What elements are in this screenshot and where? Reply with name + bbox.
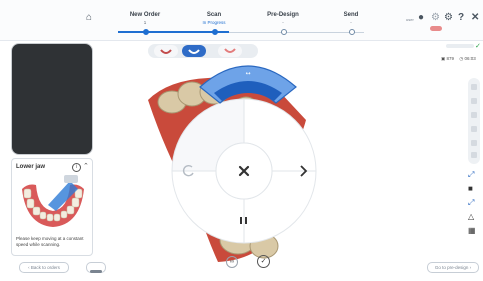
camera-icon: ▣ — [441, 56, 446, 61]
clock-icon: ◷ — [459, 56, 464, 61]
step-sub: 1 — [143, 20, 147, 25]
step-name: Pre-Design — [267, 12, 299, 18]
scan-tip: Please keep moving at a constant speed w… — [16, 236, 84, 247]
tool-button[interactable] — [471, 98, 477, 104]
bite-view-button[interactable] — [218, 45, 242, 57]
progress-node — [143, 29, 149, 35]
user-icon[interactable]: ● — [418, 13, 424, 23]
time-value: 06:03 — [464, 56, 476, 61]
scan-control-wheel — [171, 98, 317, 244]
tool-button[interactable] — [471, 152, 477, 158]
step-name: New Order — [129, 12, 161, 18]
help-icon[interactable]: ? — [458, 13, 464, 23]
jaw-illustration — [22, 175, 84, 227]
tool-button[interactable] — [471, 140, 477, 146]
upper-arc-selector[interactable]: ↔ — [196, 57, 300, 107]
expand-icon[interactable]: ⤢ — [468, 170, 474, 180]
scanner-status — [86, 262, 106, 273]
size-value: 879 — [446, 56, 455, 61]
settings-dot-icon[interactable]: ⚙ — [431, 13, 440, 23]
save-label: Go to pre-design — [434, 265, 469, 270]
connected-check-icon: ✓ — [475, 43, 481, 50]
right-tools: ⤢ ■ ⤢ △ ▦ — [466, 168, 480, 240]
top-bar: ⌂ New Order 1 Scan In Progress Pre-Desig… — [0, 0, 483, 41]
home-icon[interactable]: ⌂ — [86, 13, 92, 23]
gear-icon[interactable]: ⚙ — [444, 13, 453, 23]
lower-view-button[interactable] — [182, 45, 206, 57]
right-toolbar — [468, 78, 480, 164]
user-name: user — [406, 17, 414, 22]
tooth-icon[interactable]: ■ — [468, 184, 473, 193]
step-pre-design[interactable]: Pre-Design - — [253, 12, 313, 25]
signal-indicator — [446, 44, 474, 48]
step-new-order[interactable]: New Order 1 — [115, 12, 175, 25]
go-to-pre-design-button[interactable]: Go to pre-design › — [427, 262, 479, 273]
status-badge — [430, 26, 442, 31]
upper-view-button[interactable] — [154, 45, 178, 57]
lower-jaw-card: Lower jaw i ⌃ Please keep moving at a co… — [11, 158, 93, 256]
step-name: Scan — [206, 12, 222, 18]
tool-button[interactable] — [471, 126, 477, 132]
step-sub: In Progress — [202, 20, 226, 25]
tool-button[interactable] — [471, 112, 477, 118]
tool-button[interactable] — [471, 84, 477, 90]
arrows-icon: ↔ — [245, 70, 250, 77]
progress-node — [212, 29, 218, 35]
camera-preview — [11, 43, 93, 155]
upper-jaw-icon — [160, 49, 172, 54]
back-button[interactable]: ‹ Back to orders — [19, 262, 69, 273]
step-sub: - — [350, 20, 352, 25]
ai-icon[interactable]: ∞ — [226, 256, 238, 268]
progress-node — [349, 29, 355, 35]
step-send[interactable]: Send - — [321, 12, 381, 25]
layers-icon[interactable]: ▦ — [468, 226, 476, 235]
back-label: Back to orders — [30, 265, 60, 270]
card-title: Lower jaw — [16, 164, 46, 170]
scan-stats: ▣ 879 ◷ 06:03 — [441, 56, 476, 62]
fit-view-icon[interactable]: ⤢ — [468, 198, 474, 208]
check-icon[interactable]: ✓ — [257, 255, 270, 268]
step-scan[interactable]: Scan In Progress — [184, 12, 244, 25]
step-name: Send — [343, 12, 359, 18]
info-icon[interactable]: i — [72, 163, 81, 172]
progress-node — [281, 29, 287, 35]
chevron-up-icon[interactable]: ⌃ — [83, 162, 89, 170]
close-icon[interactable]: ✕ — [471, 13, 479, 23]
step-sub: - — [282, 20, 284, 25]
trim-icon[interactable]: △ — [468, 212, 474, 221]
view-toggle — [148, 44, 258, 58]
chevron-right-icon: › — [468, 265, 472, 270]
